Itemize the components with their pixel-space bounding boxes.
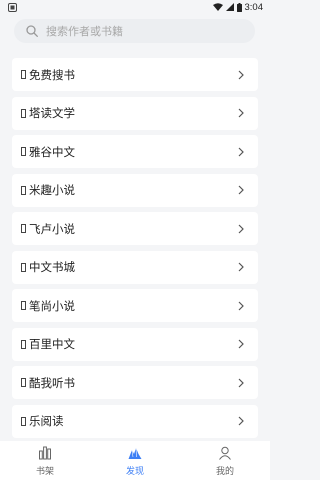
tab-discover[interactable]: 发现 <box>90 441 180 480</box>
status-time: 3:04 <box>244 1 264 13</box>
list-item-label: 米趣小说 <box>29 183 75 197</box>
missing-glyph-icon <box>21 378 26 387</box>
bottom-tab-bar: 书架 发现 我的 <box>0 441 270 480</box>
list-item[interactable]: 雅谷中文 <box>12 135 258 168</box>
status-right: 3:04 <box>212 1 264 13</box>
list-item-label: 飞卢小说 <box>29 221 75 236</box>
missing-glyph-icon <box>21 262 26 272</box>
list-item[interactable]: 百里中文 <box>12 327 258 361</box>
list-item-label: 乐阅读 <box>29 414 64 428</box>
chevron-right-icon <box>238 70 244 79</box>
chevron-right-icon <box>238 185 244 195</box>
chevron-right-icon <box>238 262 244 272</box>
chevron-right-icon <box>238 108 244 118</box>
list-item[interactable]: 酷我听书 <box>12 366 258 399</box>
chevron-right-icon <box>238 378 244 387</box>
chevron-right-icon <box>238 147 244 156</box>
discover-icon <box>128 447 142 459</box>
cell-signal-icon <box>225 3 234 11</box>
chevron-right-icon <box>238 301 244 310</box>
list-item[interactable]: 米趣小说 <box>12 173 258 207</box>
bookshelf-icon <box>39 446 51 460</box>
wifi-icon <box>212 3 223 11</box>
source-list: 免费搜书 塔读文学 雅谷中文 米趣小说 飞卢小说 中文书城 笔尚小说 百里中文 <box>12 58 258 443</box>
missing-glyph-icon <box>21 339 26 349</box>
notification-icon <box>8 2 17 12</box>
tab-label: 发现 <box>125 467 144 477</box>
tab-label: 我的 <box>215 467 234 477</box>
search-bar[interactable] <box>14 19 255 43</box>
missing-glyph-icon <box>21 108 26 118</box>
tab-profile[interactable]: 我的 <box>180 441 270 480</box>
status-left <box>8 2 17 12</box>
chevron-right-icon <box>238 224 244 233</box>
missing-glyph-icon <box>21 70 26 79</box>
list-item[interactable]: 塔读文学 <box>12 96 258 130</box>
list-item-label: 塔读文学 <box>29 106 75 120</box>
tab-label: 书架 <box>35 467 54 477</box>
chevron-right-icon <box>238 416 244 426</box>
missing-glyph-icon <box>21 416 26 426</box>
list-item[interactable]: 免费搜书 <box>12 58 258 91</box>
search-icon <box>26 25 38 37</box>
profile-icon <box>219 446 231 460</box>
list-item-label: 百里中文 <box>29 337 75 351</box>
list-item-label: 雅谷中文 <box>29 144 75 159</box>
list-item[interactable]: 中文书城 <box>12 250 258 284</box>
list-item-label: 免费搜书 <box>29 67 75 82</box>
battery-icon <box>236 2 242 12</box>
search-input[interactable] <box>46 24 236 38</box>
status-bar: 3:04 <box>0 0 270 14</box>
list-item-label: 笔尚小说 <box>29 298 75 313</box>
list-item[interactable]: 飞卢小说 <box>12 212 258 245</box>
list-item[interactable]: 笔尚小说 <box>12 289 258 322</box>
missing-glyph-icon <box>21 224 26 233</box>
tab-bookshelf[interactable]: 书架 <box>0 441 90 480</box>
missing-glyph-icon <box>21 301 26 310</box>
chevron-right-icon <box>238 339 244 349</box>
list-item[interactable]: 乐阅读 <box>12 404 258 438</box>
missing-glyph-icon <box>21 185 26 195</box>
list-item-label: 中文书城 <box>29 260 75 274</box>
list-item-label: 酷我听书 <box>29 375 75 390</box>
missing-glyph-icon <box>21 147 26 156</box>
